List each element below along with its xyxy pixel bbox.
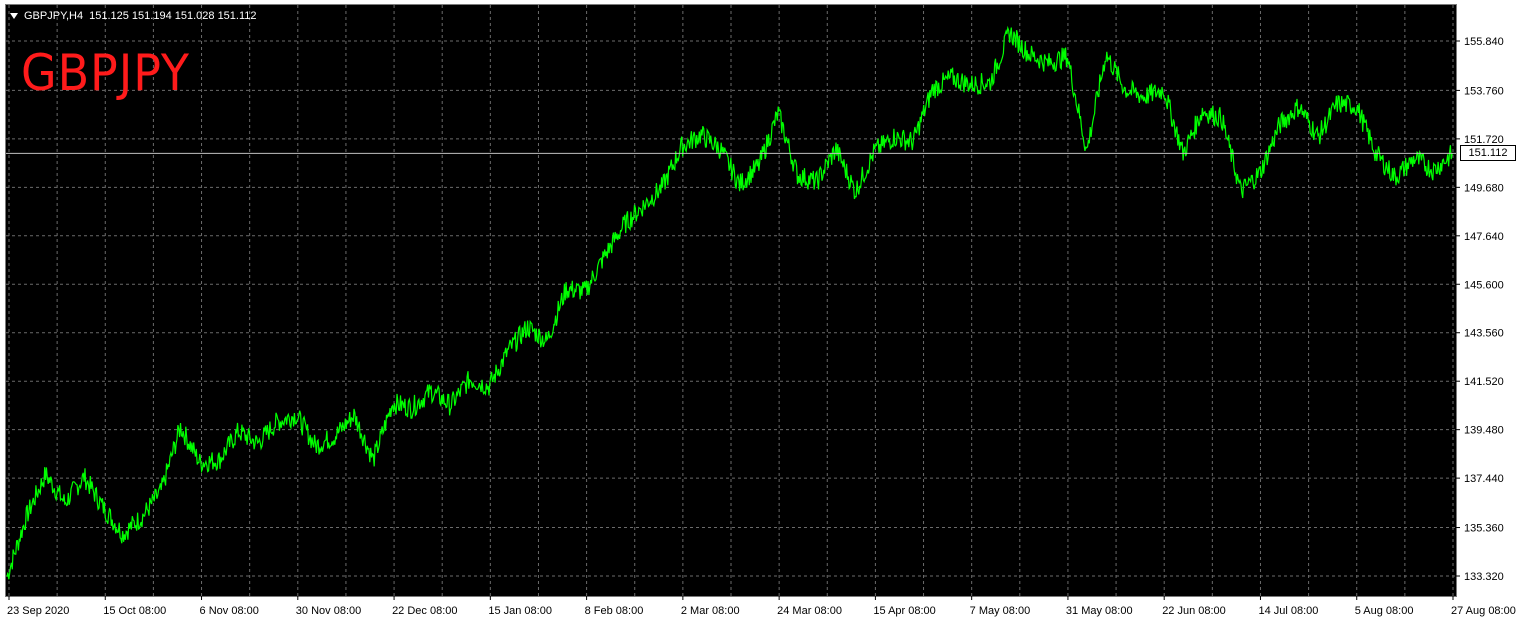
x-tick-label: 8 Feb 08:00 bbox=[585, 605, 644, 617]
y-tick-label: 135.360 bbox=[1464, 523, 1504, 535]
x-tick-label: 22 Jun 08:00 bbox=[1162, 605, 1226, 617]
y-tick-label: 141.520 bbox=[1464, 376, 1504, 388]
x-tick-label: 15 Apr 08:00 bbox=[873, 605, 935, 617]
y-tick-label: 151.720 bbox=[1464, 134, 1504, 146]
current-price-label: 151.112 bbox=[1460, 145, 1516, 162]
chart-svg: 155.840 153.760 151.720 149.680 147.640 145.6… bbox=[6, 5, 1516, 617]
chart-window: 155.840 153.760 151.720 149.680 147.640 145.6… bbox=[0, 0, 1522, 625]
x-tick-label: 15 Jan 08:00 bbox=[488, 605, 552, 617]
x-tick-label: 6 Nov 08:00 bbox=[200, 605, 259, 617]
y-tick-label: 143.560 bbox=[1464, 328, 1504, 340]
y-tick-label: 133.320 bbox=[1464, 571, 1504, 583]
symbol-timeframe-label: GBPJPY,H4 bbox=[24, 10, 84, 22]
x-tick-label: 23 Sep 2020 bbox=[7, 605, 69, 617]
x-tick-label: 30 Nov 08:00 bbox=[296, 605, 361, 617]
x-tick-label: 14 Jul 08:00 bbox=[1258, 605, 1318, 617]
ohlc-readout: 151.125 151.194 151.028 151.112 bbox=[89, 10, 257, 22]
x-tick-label: 24 Mar 08:00 bbox=[777, 605, 842, 617]
x-tick-label: 2 Mar 08:00 bbox=[681, 605, 740, 617]
y-tick-label: 147.640 bbox=[1464, 231, 1504, 243]
symbol-watermark: GBPJPY bbox=[21, 44, 190, 102]
y-tick-label: 139.480 bbox=[1464, 425, 1504, 437]
x-tick-label: 27 Aug 08:00 bbox=[1451, 605, 1516, 617]
x-tick-label: 31 May 08:00 bbox=[1066, 605, 1133, 617]
triangle-down-icon[interactable] bbox=[10, 13, 18, 19]
price-line-series bbox=[6, 25, 1454, 580]
y-tick-label: 155.840 bbox=[1464, 36, 1504, 48]
x-tick-label: 5 Aug 08:00 bbox=[1355, 605, 1414, 617]
x-tick-label: 22 Dec 08:00 bbox=[392, 605, 457, 617]
x-tick-label: 7 May 08:00 bbox=[970, 605, 1031, 617]
y-tick-label: 149.680 bbox=[1464, 182, 1504, 194]
chart-header: GBPJPY,H4 151.125 151.194 151.028 151.11… bbox=[10, 8, 257, 24]
y-tick-label: 153.760 bbox=[1464, 85, 1504, 97]
y-tick-label: 145.600 bbox=[1464, 279, 1504, 291]
x-tick-label: 15 Oct 08:00 bbox=[103, 605, 166, 617]
y-tick-label: 137.440 bbox=[1464, 473, 1504, 485]
